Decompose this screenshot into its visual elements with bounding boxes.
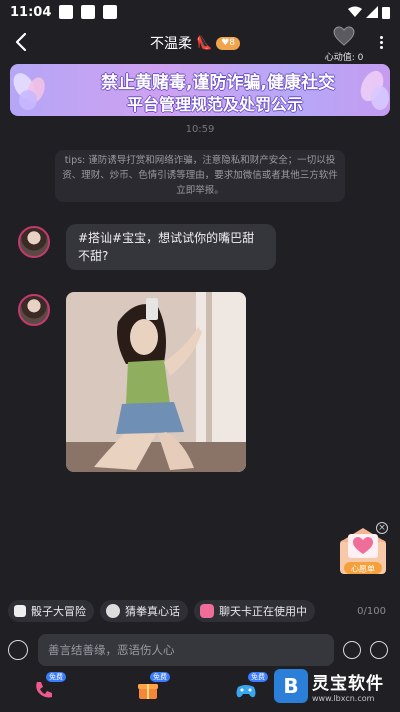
dice-icon [14,605,26,617]
heart-icon [333,26,355,46]
banner-line-2: 平台管理规范及处罚公示 [126,95,303,114]
rules-banner[interactable]: 禁止黄赌毒,谨防诈骗,健康社交 平台管理规范及处罚公示 [10,64,390,116]
battery-icon [382,6,390,19]
close-icon[interactable]: × [376,522,388,534]
chat-header: 不温柔 👠 ♥8 心动值: 0 [0,24,400,64]
heart-value-label: 心动值: 0 [324,53,364,63]
status-icons [348,6,390,19]
message-timestamp: 10:59 [185,124,215,135]
chip-label: 聊天卡正在使用中 [219,605,307,618]
notification-icon [59,5,74,19]
notification-icon [103,5,118,19]
chat-title-group[interactable]: 不温柔 👠 ♥8 [150,33,240,53]
message-bubble[interactable]: #搭讪#宝宝，想试试你的嘴巴甜不甜? [66,224,276,270]
rock-paper-chip[interactable]: 猜拳真心话 [100,600,188,622]
wifi-icon [348,6,362,17]
watermark-url: www.lbxcn.com [312,694,375,703]
more-tools-icon[interactable] [370,641,388,659]
voice-input-icon[interactable] [8,640,28,660]
watermark-title: 灵宝软件 [312,674,384,694]
safety-tips: tips: 谨防诱导打赏和网络诈骗，注意隐私和财产安全；一切以投资、理财、炒币、… [55,150,345,202]
notification-icon [81,5,96,19]
flower-decoration-icon [360,70,389,110]
watermark-logo: B [274,669,308,703]
char-counter: 0/100 [357,605,386,617]
banner-line-1: 禁止黄赌毒,谨防诈骗,健康社交 [101,73,335,93]
chat-card-chip[interactable]: 聊天卡正在使用中 [194,600,315,622]
emoji-icon[interactable] [343,641,361,659]
dice-game-chip[interactable]: 骰子大冒险 [8,600,94,622]
avatar[interactable] [18,226,50,258]
back-arrow-icon[interactable] [10,30,34,54]
photo-image [66,292,246,472]
status-time: 11:04 [10,4,52,20]
watermark: B 灵宝软件 www.lbxcn.com [274,664,394,708]
chip-label: 猜拳真心话 [125,605,180,618]
level-badge: ♥8 [216,36,240,50]
wishlist-label: 心愿单 [351,564,375,574]
heel-emoji: 👠 [196,35,213,51]
message-photo[interactable] [66,292,246,472]
free-badge: 免费 [150,672,170,682]
avatar[interactable] [18,294,50,326]
more-options-icon[interactable] [374,34,388,54]
message-input[interactable] [38,634,334,666]
hand-icon [106,604,120,618]
free-badge: 免费 [46,672,66,682]
heart-value-button[interactable]: 心动值: 0 [322,24,366,63]
quick-action-chips: 骰子大冒险 猜拳真心话 聊天卡正在使用中 0/100 [8,600,392,622]
chip-label: 骰子大冒险 [31,605,86,618]
free-badge: 免费 [248,672,268,682]
chat-card-icon [200,604,214,618]
signal-icon [366,6,378,18]
page-title: 不温柔 [150,36,192,52]
status-bar: 11:04 [0,0,400,24]
